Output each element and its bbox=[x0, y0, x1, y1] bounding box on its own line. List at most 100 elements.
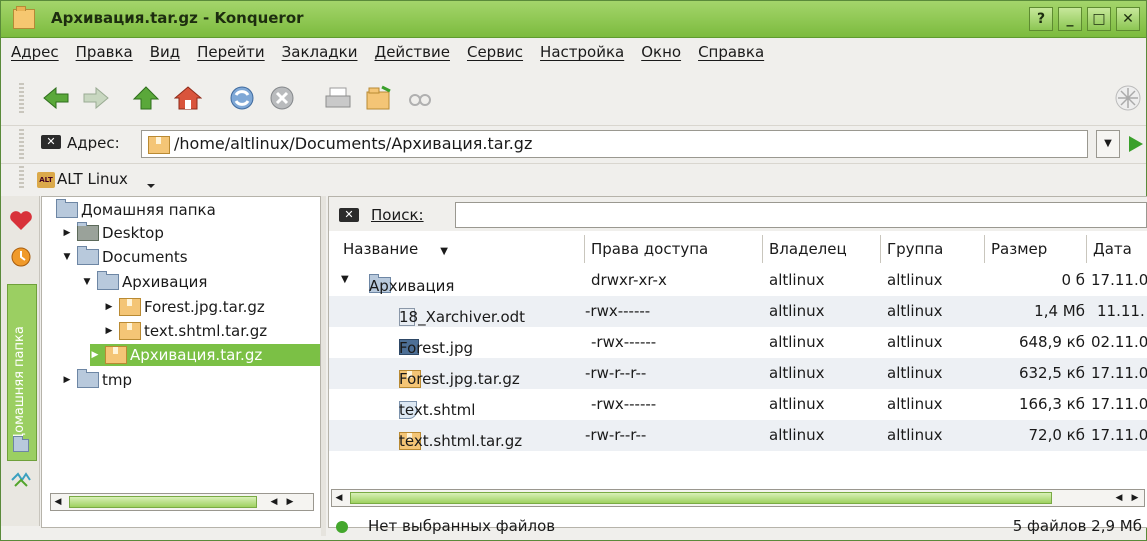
column-size[interactable]: Размер bbox=[985, 235, 1087, 263]
tree-item-text-archive[interactable]: ▶ text.shtml.tar.gz bbox=[104, 320, 267, 342]
print-icon[interactable] bbox=[323, 83, 353, 113]
forward-icon[interactable] bbox=[81, 83, 111, 113]
menu-tools[interactable]: Сервис bbox=[467, 43, 523, 69]
help-button[interactable]: ? bbox=[1029, 7, 1053, 31]
bookmark-bar: ALT ALT Linux bbox=[1, 163, 1146, 194]
folder-icon bbox=[77, 369, 99, 388]
tree-item-documents[interactable]: ▼ Documents bbox=[62, 246, 188, 268]
collapse-arrow-icon[interactable]: ▼ bbox=[82, 277, 92, 287]
search-bar: ✕ Поиск: bbox=[329, 197, 1147, 231]
menu-settings[interactable]: Настройка bbox=[540, 43, 624, 69]
menu-bar: Адрес Правка Вид Перейти Закладки Действ… bbox=[1, 43, 781, 69]
tab-home-label: Домашняя папка bbox=[12, 326, 27, 443]
menu-action[interactable]: Действие bbox=[374, 43, 450, 69]
tree-item-archivation-tar[interactable]: ▶ Архивация.tar.gz bbox=[90, 344, 320, 366]
expand-arrow-icon[interactable]: ▶ bbox=[62, 228, 72, 238]
column-date[interactable]: Дата bbox=[1087, 235, 1147, 263]
alt-linux-icon: ALT bbox=[37, 172, 55, 188]
title-bar[interactable]: Архивация.tar.gz - Konqueror ? _ □ ✕ bbox=[1, 1, 1146, 38]
scrollbar-thumb[interactable] bbox=[69, 496, 257, 508]
menu-address[interactable]: Адрес bbox=[11, 43, 59, 69]
status-indicator-icon bbox=[336, 521, 348, 533]
home-icon[interactable] bbox=[173, 83, 203, 113]
chevron-down-icon[interactable] bbox=[147, 184, 155, 188]
minimize-button[interactable]: _ bbox=[1058, 7, 1082, 31]
location-value: /home/altlinux/Documents/Архивация.tar.g… bbox=[174, 134, 533, 153]
table-row[interactable]: Forest.jpg.tar.gz -rw-r--r-- altlinux al… bbox=[329, 358, 1147, 389]
clear-search-icon[interactable]: ✕ bbox=[339, 208, 359, 222]
collapse-arrow-icon[interactable]: ▼ bbox=[62, 252, 72, 262]
menu-view[interactable]: Вид bbox=[150, 43, 180, 69]
archive-icon bbox=[13, 6, 35, 29]
column-permissions[interactable]: Права доступа bbox=[585, 235, 763, 263]
location-history-dropdown[interactable]: ▼ bbox=[1096, 130, 1120, 158]
table-row[interactable]: text.shtml.tar.gz -rw-r--r-- altlinux al… bbox=[329, 420, 1147, 451]
scroll-right-icon[interactable]: ▶ bbox=[283, 494, 297, 510]
expand-arrow-icon[interactable]: ▶ bbox=[104, 302, 114, 312]
search-input[interactable] bbox=[455, 202, 1147, 228]
column-owner[interactable]: Владелец bbox=[763, 235, 881, 263]
tab-home-folder[interactable]: Домашняя папка bbox=[7, 284, 37, 461]
scrollbar-thumb[interactable] bbox=[350, 492, 1052, 504]
tree-horizontal-scrollbar[interactable]: ◀ ◀ ▶ bbox=[50, 493, 314, 511]
back-icon[interactable] bbox=[41, 83, 71, 113]
column-name[interactable]: Название ▼ bbox=[337, 235, 585, 263]
history-icon[interactable] bbox=[10, 246, 32, 272]
location-label: Адрес: bbox=[67, 134, 120, 152]
reload-icon[interactable] bbox=[227, 83, 257, 113]
toolbar-grip[interactable] bbox=[19, 83, 24, 113]
sort-arrow-icon: ▼ bbox=[440, 246, 448, 257]
expand-arrow-icon[interactable]: ▶ bbox=[62, 375, 72, 385]
location-input[interactable]: /home/altlinux/Documents/Архивация.tar.g… bbox=[141, 130, 1088, 158]
table-row[interactable]: Forest.jpg -rwx------ altlinux altlinux … bbox=[329, 327, 1147, 358]
stop-icon[interactable] bbox=[267, 83, 297, 113]
file-list-panel: ✕ Поиск: Название ▼ Права доступа Владеле… bbox=[328, 196, 1147, 528]
scroll-right-icon[interactable]: ▶ bbox=[1128, 490, 1142, 506]
tree-item-forest-archive[interactable]: ▶ Forest.jpg.tar.gz bbox=[104, 296, 265, 318]
panel-splitter[interactable] bbox=[321, 196, 326, 536]
bookmarks-heart-icon[interactable] bbox=[9, 210, 33, 236]
maximize-button[interactable]: □ bbox=[1087, 7, 1111, 31]
go-arrow-icon[interactable] bbox=[1129, 136, 1143, 152]
menu-edit[interactable]: Правка bbox=[76, 43, 133, 69]
menu-go[interactable]: Перейти bbox=[197, 43, 265, 69]
binoculars-icon[interactable] bbox=[405, 83, 435, 113]
network-icon[interactable] bbox=[10, 471, 32, 493]
bookmark-alt-linux[interactable]: ALT Linux bbox=[57, 170, 128, 188]
bookmark-grip[interactable] bbox=[19, 166, 24, 190]
activity-icon bbox=[1113, 83, 1143, 113]
files-horizontal-scrollbar[interactable]: ◀ ◀ ▶ bbox=[331, 489, 1145, 507]
tree-item-tmp[interactable]: ▶ tmp bbox=[62, 369, 132, 391]
table-row[interactable]: 18_Xarchiver.odt -rwx------ altlinux alt… bbox=[329, 296, 1147, 327]
close-button[interactable]: ✕ bbox=[1116, 7, 1140, 31]
folder-icon bbox=[97, 271, 119, 290]
sidebar-tab-bar: Домашняя папка bbox=[1, 196, 40, 526]
up-icon[interactable] bbox=[131, 83, 161, 113]
scroll-left-icon[interactable]: ◀ bbox=[332, 490, 346, 506]
tree-item-archivation[interactable]: ▼ Архивация bbox=[82, 271, 207, 293]
tree-item-desktop[interactable]: ▶ Desktop bbox=[62, 222, 164, 244]
location-bar: ✕ Адрес: /home/altlinux/Documents/Архива… bbox=[1, 125, 1146, 162]
konqueror-window: Архивация.tar.gz - Konqueror ? _ □ ✕ Адр… bbox=[0, 0, 1147, 541]
archive-icon bbox=[148, 135, 170, 154]
home-folder-icon bbox=[13, 436, 32, 454]
scroll-left-icon[interactable]: ◀ bbox=[1112, 490, 1126, 506]
collapse-arrow-icon[interactable]: ▼ bbox=[341, 274, 349, 285]
menu-window[interactable]: Окно bbox=[641, 43, 681, 69]
column-group[interactable]: Группа bbox=[881, 235, 985, 263]
tree-item-home[interactable]: Домашняя папка bbox=[56, 199, 216, 221]
clear-location-icon[interactable]: ✕ bbox=[41, 135, 61, 149]
table-row[interactable]: ▼ Архивация drwxr-xr-x altlinux altlinux… bbox=[329, 265, 1147, 296]
location-grip[interactable] bbox=[19, 129, 24, 159]
scroll-left-icon[interactable]: ◀ bbox=[51, 494, 65, 510]
table-row[interactable]: text.shtml -rwx------ altlinux altlinux … bbox=[329, 389, 1147, 420]
menu-bookmarks[interactable]: Закладки bbox=[282, 43, 358, 69]
scroll-left-icon[interactable]: ◀ bbox=[267, 494, 281, 510]
menu-help[interactable]: Справка bbox=[698, 43, 764, 69]
expand-arrow-icon[interactable]: ▶ bbox=[104, 326, 114, 336]
archive-icon bbox=[119, 298, 141, 316]
archive-icon[interactable] bbox=[363, 83, 393, 113]
expand-arrow-icon[interactable]: ▶ bbox=[90, 350, 100, 360]
window-title: Архивация.tar.gz - Konqueror bbox=[51, 9, 304, 27]
status-bar: Нет выбранных файлов 5 файлов 2,9 Мб bbox=[328, 513, 1146, 541]
